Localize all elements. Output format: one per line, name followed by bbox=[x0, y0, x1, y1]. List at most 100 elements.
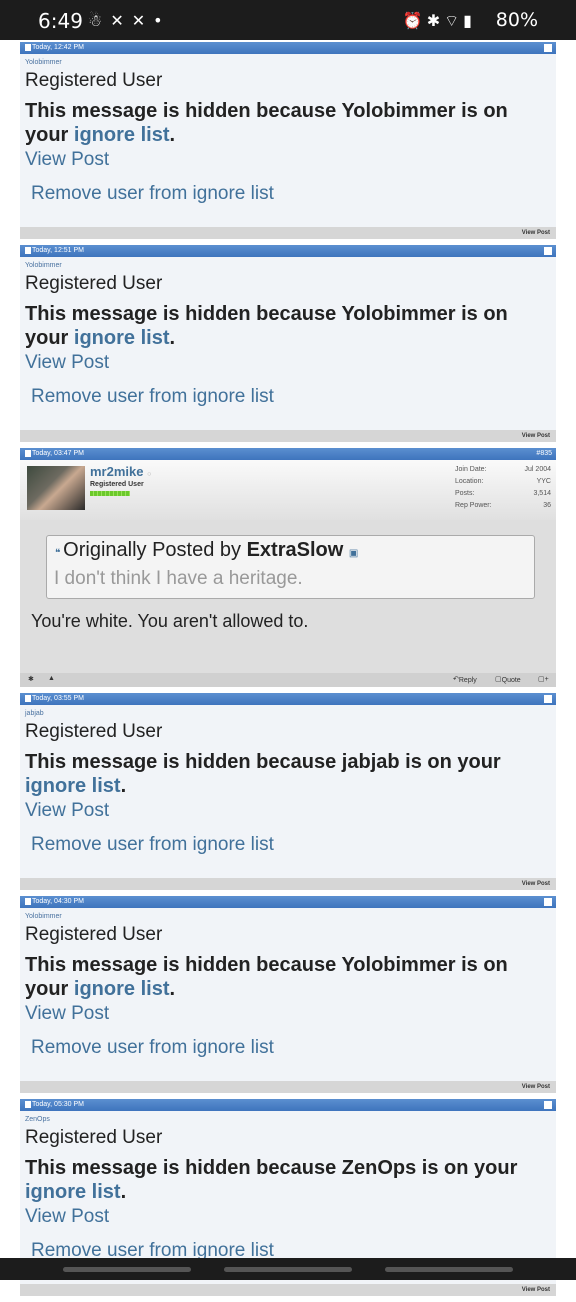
post-header: Today, 12:51 PM bbox=[20, 245, 556, 257]
hidden-post: Today, 12:51 PM Yolobimmer Registered Us… bbox=[20, 245, 556, 442]
post-number[interactable]: #835 bbox=[536, 448, 552, 460]
hidden-message: This message is hidden because ZenOps is… bbox=[25, 1156, 550, 1204]
hidden-prefix: This message is hidden because bbox=[25, 954, 342, 976]
reply-button[interactable]: ↶ Reply bbox=[453, 675, 477, 684]
select-checkbox[interactable] bbox=[544, 695, 552, 703]
post-footer: ✱ ▲ ↶ Reply ▢ Quote ▢+ bbox=[20, 673, 556, 687]
hidden-prefix: This message is hidden because bbox=[25, 303, 342, 325]
status-bar: 6:49 ☃✕✕• ⏰✱⌔▮ 80% bbox=[0, 0, 576, 40]
stat-row: Posts: 3,514 bbox=[455, 490, 551, 502]
remove-from-ignore-link[interactable]: Remove user from ignore list bbox=[31, 1037, 274, 1059]
report-icon[interactable]: ▲ bbox=[48, 675, 55, 682]
navigation-bar bbox=[0, 1258, 576, 1280]
period: . bbox=[169, 978, 176, 1000]
post-header: Today, 12:42 PM bbox=[20, 42, 556, 54]
user-stats: Join Date: Jul 2004 Location: YYC Posts: 3,… bbox=[455, 466, 551, 514]
footer-view-post-link[interactable]: View Post bbox=[522, 433, 550, 439]
stat-label: Posts: bbox=[455, 490, 475, 497]
select-checkbox[interactable] bbox=[544, 1101, 552, 1109]
post-message: You're white. You aren't allowed to. bbox=[31, 611, 309, 631]
document-icon bbox=[25, 1100, 31, 1108]
post-footer: View Post bbox=[20, 1284, 556, 1296]
ignore-list-link[interactable]: ignore list bbox=[25, 1181, 121, 1203]
username[interactable]: ZenOps bbox=[25, 1116, 50, 1123]
period: . bbox=[169, 327, 176, 349]
hidden-prefix: This message is hidden because bbox=[25, 1157, 342, 1179]
stat-row: Rep Power: 36 bbox=[455, 502, 551, 514]
footer-view-post-link[interactable]: View Post bbox=[522, 1084, 550, 1090]
view-post-link[interactable]: View Post bbox=[25, 1206, 109, 1228]
select-checkbox[interactable] bbox=[544, 898, 552, 906]
quote-button[interactable]: ▢ Quote bbox=[495, 675, 521, 684]
select-checkbox[interactable] bbox=[544, 44, 552, 52]
hidden-message: This message is hidden because jabjab is… bbox=[25, 750, 550, 798]
full-post: Today, 03:47 PM #835 mr2mike ○ Registered… bbox=[20, 448, 556, 687]
post-footer: View Post bbox=[20, 1081, 556, 1093]
ignore-list-link[interactable]: ignore list bbox=[25, 775, 121, 797]
hidden-prefix: This message is hidden because bbox=[25, 100, 342, 122]
post-header: Today, 04:30 PM bbox=[20, 896, 556, 908]
username[interactable]: Yolobimmer bbox=[25, 262, 62, 269]
post-footer: View Post bbox=[20, 430, 556, 442]
username-text[interactable]: mr2mike bbox=[90, 464, 143, 479]
view-post-link[interactable]: View Post bbox=[25, 352, 109, 374]
stat-label: Join Date: bbox=[455, 466, 487, 473]
stat-row: Join Date: Jul 2004 bbox=[455, 466, 551, 478]
user-role: Registered User bbox=[25, 1127, 163, 1148]
remove-from-ignore-link[interactable]: Remove user from ignore list bbox=[31, 386, 274, 408]
footer-view-post-link[interactable]: View Post bbox=[522, 881, 550, 887]
view-post-link[interactable]: View Post bbox=[25, 1003, 109, 1025]
post-date: Today, 04:30 PM bbox=[32, 898, 85, 905]
username[interactable]: Yolobimmer bbox=[25, 913, 62, 920]
period: . bbox=[169, 124, 176, 146]
quote-prefix: Originally Posted by bbox=[63, 539, 247, 561]
stat-value: 36 bbox=[543, 502, 551, 509]
hidden-user: Yolobimmer bbox=[341, 100, 456, 122]
star-icon[interactable]: ✱ bbox=[28, 675, 34, 683]
nav-handle[interactable] bbox=[63, 1267, 191, 1272]
user-role: Registered User bbox=[25, 721, 163, 742]
quote-label: Quote bbox=[501, 677, 521, 684]
notification-icons: ☃✕✕• bbox=[88, 11, 171, 30]
ignore-list-link[interactable]: ignore list bbox=[74, 124, 170, 146]
hidden-user: ZenOps bbox=[341, 1157, 417, 1179]
hidden-post: Today, 03:55 PM jabjab Registered User T… bbox=[20, 693, 556, 890]
hidden-prefix: This message is hidden because bbox=[25, 751, 342, 773]
user-role: Registered User bbox=[25, 70, 163, 91]
footer-view-post-link[interactable]: View Post bbox=[522, 230, 550, 236]
document-icon bbox=[25, 694, 31, 702]
remove-from-ignore-link[interactable]: Remove user from ignore list bbox=[31, 183, 274, 205]
avatar[interactable] bbox=[27, 466, 85, 510]
post-date: Today, 03:47 PM bbox=[32, 450, 85, 457]
username[interactable]: Yolobimmer bbox=[25, 59, 62, 66]
offline-status-icon: ○ bbox=[147, 471, 152, 478]
stat-value: Jul 2004 bbox=[524, 466, 551, 473]
view-post-link[interactable]: View Post bbox=[25, 149, 109, 171]
quote-author: ExtraSlow bbox=[246, 539, 344, 561]
username[interactable]: mr2mike ○ bbox=[90, 464, 151, 479]
footer-view-post-link[interactable]: View Post bbox=[522, 1287, 550, 1293]
hidden-post: Today, 12:42 PM Yolobimmer Registered Us… bbox=[20, 42, 556, 239]
multi-quote-icon[interactable]: ▢+ bbox=[538, 675, 549, 683]
ignore-list-link[interactable]: ignore list bbox=[74, 327, 170, 349]
username[interactable]: jabjab bbox=[25, 710, 44, 717]
nav-handle[interactable] bbox=[224, 1267, 352, 1272]
hidden-message: This message is hidden because Yolobimme… bbox=[25, 99, 550, 147]
post-feed[interactable]: Today, 12:42 PM Yolobimmer Registered Us… bbox=[20, 42, 556, 1302]
quote-text: I don't think I have a heritage. bbox=[54, 568, 303, 589]
post-header: Today, 03:55 PM bbox=[20, 693, 556, 705]
hidden-user: Yolobimmer bbox=[341, 954, 456, 976]
quote-header: ❝ Originally Posted by ExtraSlow ▣ bbox=[55, 539, 358, 562]
quote-box: ❝ Originally Posted by ExtraSlow ▣ I don… bbox=[46, 535, 535, 599]
view-post-link[interactable]: View Post bbox=[25, 800, 109, 822]
document-icon bbox=[25, 43, 31, 51]
nav-handle[interactable] bbox=[385, 1267, 513, 1272]
post-header: Today, 03:47 PM #835 bbox=[20, 448, 556, 460]
remove-from-ignore-link[interactable]: Remove user from ignore list bbox=[31, 834, 274, 856]
view-quoted-post-icon[interactable]: ▣ bbox=[349, 548, 358, 559]
stat-value: YYC bbox=[536, 478, 551, 485]
ignore-list-link[interactable]: ignore list bbox=[74, 978, 170, 1000]
document-icon bbox=[25, 897, 31, 905]
select-checkbox[interactable] bbox=[544, 247, 552, 255]
post-date: Today, 05:30 PM bbox=[32, 1101, 85, 1108]
